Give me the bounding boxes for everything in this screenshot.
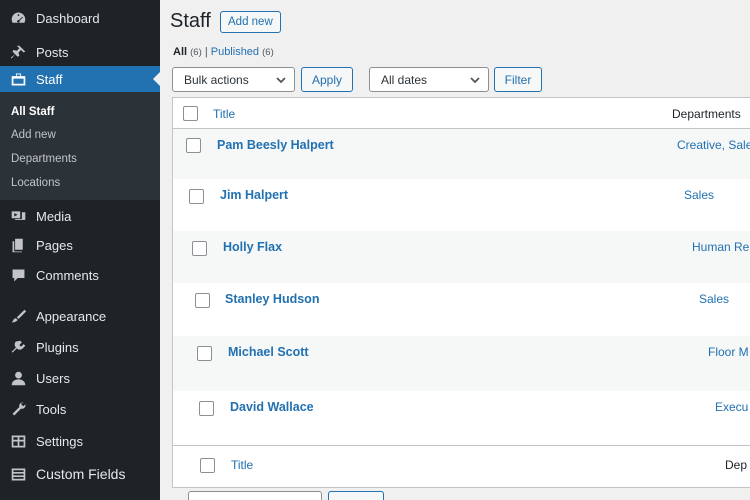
staff-title-link[interactable]: Stanley Hudson bbox=[225, 292, 319, 306]
column-departments-footer: Dep bbox=[725, 458, 748, 472]
column-title-header[interactable]: Title bbox=[213, 107, 235, 121]
active-indicator bbox=[153, 72, 160, 86]
admin-sidebar: Dashboard Posts Staff All Staff Add new … bbox=[0, 0, 160, 500]
page-title: Staff bbox=[170, 10, 211, 32]
sidebar-item-pages[interactable]: Pages bbox=[0, 234, 160, 256]
filter-separator: | bbox=[204, 46, 208, 58]
media-icon bbox=[8, 206, 28, 226]
department-link[interactable]: Execu bbox=[715, 400, 748, 414]
staff-title-link[interactable]: Holly Flax bbox=[223, 240, 282, 254]
sidebar-item-posts[interactable]: Posts bbox=[0, 42, 160, 62]
table-row: David Wallace Execu bbox=[173, 391, 750, 445]
table-footer-row: Title Dep bbox=[173, 446, 750, 488]
sidebar-item-appearance[interactable]: Appearance bbox=[0, 305, 160, 327]
row-checkbox[interactable] bbox=[186, 138, 201, 153]
select-all-checkbox[interactable] bbox=[200, 458, 215, 473]
sidebar-item-custom-fields[interactable]: Custom Fields bbox=[0, 463, 160, 485]
user-icon bbox=[8, 368, 28, 388]
department-link[interactable]: Sales bbox=[684, 188, 714, 202]
sidebar-item-plugins[interactable]: Plugins bbox=[0, 336, 160, 358]
table-row: Pam Beesly Halpert Creative, Sale bbox=[173, 129, 750, 179]
department-link[interactable]: Creative, Sale bbox=[677, 138, 750, 152]
table-row: Jim Halpert Sales bbox=[173, 179, 750, 231]
sidebar-item-label: Settings bbox=[36, 433, 83, 449]
submenu-locations[interactable]: Locations bbox=[11, 177, 60, 189]
main-content: Staff Add new All (6) | Published (6) Bu… bbox=[160, 0, 750, 500]
staff-title-link[interactable]: David Wallace bbox=[230, 400, 314, 414]
staff-icon bbox=[8, 69, 28, 89]
sidebar-item-settings[interactable]: Settings bbox=[0, 430, 160, 452]
department-link[interactable]: Floor M bbox=[708, 345, 749, 359]
row-checkbox[interactable] bbox=[195, 293, 210, 308]
custom-fields-icon bbox=[8, 464, 28, 484]
chevron-down-icon bbox=[470, 77, 480, 84]
sidebar-item-label: Pages bbox=[36, 237, 73, 253]
sidebar-item-media[interactable]: Media bbox=[0, 205, 160, 227]
table-header-row: Title Departments bbox=[173, 98, 750, 128]
staff-title-link[interactable]: Jim Halpert bbox=[220, 188, 288, 202]
filter-all-count: (6) bbox=[190, 47, 202, 58]
table-row: Michael Scott Floor M bbox=[173, 336, 750, 391]
paintbrush-icon bbox=[8, 306, 28, 326]
date-filter-select[interactable]: All dates bbox=[369, 67, 489, 92]
sidebar-item-dashboard[interactable]: Dashboard bbox=[0, 8, 160, 28]
dashboard-icon bbox=[8, 8, 28, 28]
sidebar-item-staff[interactable]: Staff bbox=[0, 66, 160, 92]
chevron-down-icon bbox=[276, 77, 286, 84]
sidebar-item-label: Appearance bbox=[36, 308, 107, 324]
filter-all-link[interactable]: All bbox=[173, 46, 187, 58]
sidebar-item-label: Plugins bbox=[36, 339, 79, 355]
submenu-add-new[interactable]: Add new bbox=[11, 129, 56, 141]
staff-submenu: All Staff Add new Departments Locations bbox=[0, 92, 160, 200]
submenu-departments[interactable]: Departments bbox=[11, 153, 77, 165]
filter-published-link[interactable]: Published bbox=[211, 46, 259, 58]
pages-icon bbox=[8, 235, 28, 255]
column-departments-header: Departments bbox=[672, 107, 741, 121]
sidebar-item-users[interactable]: Users bbox=[0, 367, 160, 389]
settings-icon bbox=[8, 431, 28, 451]
add-new-button[interactable]: Add new bbox=[220, 11, 281, 33]
sidebar-item-label: Media bbox=[36, 208, 72, 224]
bulk-actions-select-bottom[interactable] bbox=[188, 491, 322, 500]
row-checkbox[interactable] bbox=[197, 346, 212, 361]
sidebar-item-label: Staff bbox=[36, 71, 63, 87]
sidebar-item-label: Tools bbox=[36, 401, 67, 417]
submenu-all-staff[interactable]: All Staff bbox=[11, 106, 54, 118]
status-filter-links: All (6) | Published (6) bbox=[173, 46, 274, 58]
row-checkbox[interactable] bbox=[199, 401, 214, 416]
apply-button[interactable]: Apply bbox=[301, 67, 353, 92]
row-checkbox[interactable] bbox=[192, 241, 207, 256]
sidebar-item-label: Posts bbox=[36, 44, 69, 60]
department-link[interactable]: Sales bbox=[699, 292, 729, 306]
department-link[interactable]: Human Re bbox=[692, 240, 749, 254]
staff-title-link[interactable]: Michael Scott bbox=[228, 345, 309, 359]
sidebar-item-label: Custom Fields bbox=[36, 466, 126, 482]
wrench-icon bbox=[8, 399, 28, 419]
sidebar-item-label: Dashboard bbox=[36, 10, 100, 26]
filter-published-count: (6) bbox=[262, 47, 274, 58]
staff-title-link[interactable]: Pam Beesly Halpert bbox=[217, 138, 334, 152]
sidebar-item-label: Users bbox=[36, 370, 70, 386]
bulk-actions-select[interactable]: Bulk actions bbox=[172, 67, 295, 92]
column-title-footer[interactable]: Title bbox=[231, 458, 253, 472]
select-all-checkbox[interactable] bbox=[183, 106, 198, 121]
table-row: Stanley Hudson Sales bbox=[173, 283, 750, 336]
bulk-actions-value: Bulk actions bbox=[184, 72, 249, 87]
staff-list-table: Title Departments Pam Beesly Halpert Cre… bbox=[172, 97, 750, 488]
table-row: Holly Flax Human Re bbox=[173, 231, 750, 283]
sidebar-item-comments[interactable]: Comments bbox=[0, 264, 160, 286]
filter-button[interactable]: Filter bbox=[494, 67, 542, 92]
plugin-icon bbox=[8, 337, 28, 357]
apply-button-bottom[interactable] bbox=[328, 491, 384, 500]
pin-icon bbox=[8, 42, 28, 62]
row-checkbox[interactable] bbox=[189, 189, 204, 204]
sidebar-item-label: Comments bbox=[36, 267, 99, 283]
date-filter-value: All dates bbox=[381, 72, 428, 87]
comment-icon bbox=[8, 265, 28, 285]
sidebar-item-tools[interactable]: Tools bbox=[0, 398, 160, 420]
